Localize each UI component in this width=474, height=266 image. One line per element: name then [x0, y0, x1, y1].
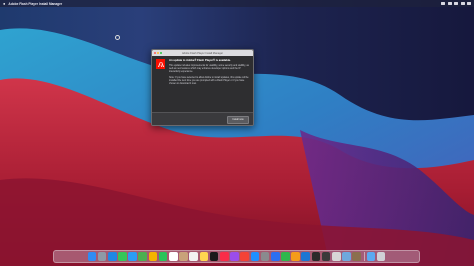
music-icon[interactable] — [219, 252, 229, 261]
dialog-titlebar[interactable]: Adobe Flash Player Install Manager — [152, 50, 253, 56]
reminders-icon[interactable] — [189, 252, 198, 261]
notes-icon[interactable] — [199, 252, 209, 261]
update-description: This update includes improvements for us… — [169, 65, 249, 74]
apple-menu-icon[interactable]: ● — [3, 1, 5, 6]
facetime-icon[interactable] — [158, 252, 168, 261]
dialog-title: Adobe Flash Player Install Manager — [181, 51, 224, 55]
menu-bar: ● Adobe Flash Player Install Manager — [0, 0, 474, 7]
update-note: Note: If you have selected to allow Adob… — [169, 77, 249, 86]
keynote-icon[interactable] — [270, 252, 280, 261]
finder-icon[interactable] — [87, 252, 97, 261]
downloads-folder-icon[interactable] — [366, 252, 376, 261]
launchpad-icon[interactable] — [97, 252, 107, 261]
update-headline: An update to Adobe® Flash Player® is ava… — [169, 59, 231, 62]
dialog-footer: Install now — [152, 112, 253, 125]
dock-separator — [363, 252, 365, 261]
numbers-icon[interactable] — [281, 252, 290, 261]
maps-icon[interactable] — [138, 252, 148, 261]
xcode-icon[interactable] — [301, 252, 311, 261]
app-name-menu[interactable]: Adobe Flash Player Install Manager — [8, 2, 62, 6]
desktop-wallpaper — [0, 0, 474, 266]
siri-icon[interactable] — [467, 2, 471, 5]
app-store-icon[interactable] — [250, 252, 260, 261]
terminal-icon[interactable] — [311, 252, 321, 261]
installer-icon[interactable] — [352, 252, 361, 261]
preview-icon[interactable] — [342, 252, 351, 261]
wifi-icon[interactable] — [441, 2, 445, 5]
mouse-cursor — [115, 35, 120, 40]
system-preferences-icon[interactable] — [260, 252, 270, 261]
photos-icon[interactable] — [148, 252, 158, 261]
install-now-button[interactable]: Install now — [227, 116, 249, 124]
podcasts-icon[interactable] — [230, 252, 239, 261]
dock — [53, 250, 420, 263]
activity-monitor-icon[interactable] — [321, 252, 331, 261]
adobe-logo-icon — [156, 59, 165, 69]
contacts-icon[interactable] — [179, 252, 188, 261]
battery-icon[interactable] — [447, 2, 452, 5]
news-icon[interactable] — [240, 252, 249, 261]
pages-icon[interactable] — [291, 252, 300, 261]
safari-icon[interactable] — [107, 252, 117, 261]
messages-icon[interactable] — [118, 252, 127, 261]
mail-icon[interactable] — [128, 252, 137, 261]
script-editor-icon[interactable] — [332, 252, 341, 261]
calendar-icon[interactable] — [169, 252, 178, 261]
trash-icon[interactable] — [376, 252, 386, 261]
control-center-icon[interactable] — [460, 2, 465, 5]
tv-icon[interactable] — [209, 252, 219, 261]
update-dialog: Adobe Flash Player Install Manager An up… — [151, 49, 254, 126]
search-icon[interactable] — [454, 2, 458, 5]
